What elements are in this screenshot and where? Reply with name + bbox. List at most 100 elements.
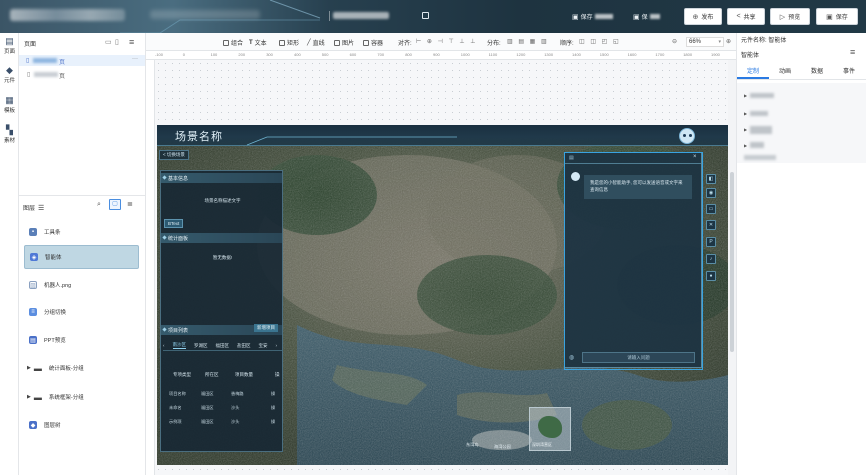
tab-custom[interactable]: 定制 (737, 64, 769, 79)
btext-button[interactable]: BText (164, 219, 184, 228)
ruler-tick: 1200 (516, 52, 526, 57)
header-decoration (246, 136, 457, 146)
distribute-icons[interactable]: ▥ ▤ ▦ ▥ (507, 38, 549, 45)
layer-group[interactable]: ▶ ▬ 统计面板-分组 (24, 356, 139, 380)
caret-right-icon[interactable]: ▶ (744, 93, 747, 98)
component-name-label: 元件名称: 智能体 (741, 38, 787, 44)
image-icon (334, 39, 340, 46)
voice-icon[interactable]: ◍ (569, 354, 574, 361)
align-icons[interactable]: ⊢ ⊕ ⊣ ⊤ ⊥ ⊥ (416, 38, 478, 45)
property-tabs: 定制 动画 数据 事件 (737, 64, 866, 80)
layer-item-selected[interactable]: ◈ 智能体 (24, 245, 139, 269)
location-icon[interactable]: P (706, 237, 716, 247)
group-tool[interactable]: 组合 (223, 38, 243, 47)
container-tool[interactable]: 容器 (363, 38, 383, 47)
ruler-tick: 1000 (460, 52, 470, 57)
chat-menu-icon[interactable]: ▤ (569, 155, 574, 161)
chevron-left-icon[interactable]: ‹ (163, 343, 165, 348)
search-icon[interactable]: ⌕ (97, 201, 101, 209)
order-icons[interactable]: ◫ ◫ ◰ ◱ (579, 38, 621, 45)
line-tool[interactable]: ╱ 直线 (307, 38, 325, 47)
ruler-tick: 1600 (627, 52, 637, 57)
tab-district[interactable]: 罗湖区 (194, 343, 208, 349)
layer-item[interactable]: ▨ 机器人.png (24, 273, 139, 297)
caret-right-icon[interactable]: ▶ (744, 127, 747, 132)
rail-components[interactable]: ◆ 元件 (0, 66, 19, 85)
vertical-scrollbar[interactable] (728, 60, 736, 475)
rail-templates[interactable]: ▦ 模板 (0, 96, 19, 115)
scene-preview[interactable]: 场景名称 < 切换场景 基本信息 场景名称描述文字 BText 统计面板 暂无数… (157, 125, 728, 465)
layer-group[interactable]: ▶ ▬ 系统框架-分组 (24, 385, 139, 409)
chevron-right-icon[interactable]: › (276, 343, 278, 348)
more-icon[interactable]: ··· (132, 56, 138, 62)
menu-icon[interactable]: ≡ (129, 37, 134, 47)
page-item-selected[interactable]: ▯ 页 ··· (19, 55, 145, 66)
globe-icon[interactable]: ◉ (706, 188, 716, 198)
tab-district[interactable]: 盐田区 (237, 343, 251, 349)
preview-button[interactable]: ▷ 预览 (770, 8, 810, 25)
mini-map-thumbnail[interactable]: 深圳湾营区 (529, 407, 571, 451)
property-group[interactable] (744, 155, 776, 160)
tab-event[interactable]: 事件 (833, 64, 865, 79)
share-button[interactable]: < 共享 (727, 8, 765, 25)
switch-scene-button[interactable]: < 切换场景 (159, 150, 189, 160)
tab-animation[interactable]: 动画 (769, 64, 801, 79)
tab-district[interactable]: 福田区 (216, 343, 230, 349)
caret-right-icon[interactable]: ▶ (27, 365, 31, 371)
table-action[interactable]: 操 (271, 419, 283, 425)
measure-icon[interactable]: ✕ (706, 220, 716, 230)
pencil-icon[interactable] (422, 12, 429, 19)
point-icon[interactable]: ● (706, 271, 716, 281)
caret-right-icon[interactable]: ▶ (27, 394, 31, 400)
ruler-tick: 1400 (572, 52, 581, 57)
property-group[interactable] (750, 126, 772, 134)
rail-pages[interactable]: ▤ 页面 (0, 37, 19, 56)
property-group[interactable] (750, 111, 768, 116)
layer-toggle-icon[interactable]: ◧ (706, 174, 716, 184)
table-action[interactable]: 操 (271, 405, 283, 411)
text-tool[interactable]: T 文本 (249, 38, 267, 48)
rect-tool[interactable]: 矩形 (279, 38, 299, 47)
page-item[interactable]: ▯ 页 (19, 69, 145, 80)
property-group[interactable] (750, 93, 774, 98)
ruler-tick: 1800 (683, 52, 693, 57)
scrollbar-thumb[interactable] (730, 172, 734, 352)
ruler-tick: 600 (349, 52, 357, 57)
component-name-value[interactable]: 智能体 (741, 50, 759, 59)
list-view-icon[interactable]: ≣ (127, 200, 133, 208)
add-folder-icon[interactable]: ▭ (105, 38, 112, 46)
caret-right-icon[interactable]: ▶ (744, 143, 747, 148)
robot-avatar-icon[interactable] (679, 128, 695, 144)
image-tool[interactable]: 图片 (334, 38, 354, 47)
save-button[interactable]: ▣ 保存 (816, 8, 858, 25)
tab-data[interactable]: 数据 (801, 64, 833, 79)
ruler-tick: 1500 (599, 52, 609, 57)
layer-item[interactable]: ◆ 图层树 (24, 413, 139, 437)
tree-view-icon[interactable]: ▢ (109, 199, 121, 210)
table-action[interactable]: 操 (271, 391, 283, 397)
layer-item[interactable]: ▪ 工具条 (24, 220, 139, 244)
ruler-icon[interactable]: ▭ (706, 204, 716, 214)
project-title[interactable] (333, 12, 389, 19)
layer-item[interactable]: ▤ PPT预览 (24, 328, 139, 352)
publish-button[interactable]: ⊕ 发布 (684, 8, 722, 25)
add-page-icon[interactable]: ▯ (115, 38, 119, 46)
add-project-button[interactable]: 新增项目 (254, 324, 278, 332)
tab-district[interactable]: 南沙区 (172, 342, 186, 349)
zoom-out-icon[interactable]: ⊖ (672, 38, 677, 45)
agent-chat-panel[interactable]: ▤ × 我是您的小智能助手, 您可以发送语音或文字来查询信息 ◍ 请输入问题 (564, 152, 702, 368)
share-icon: < (736, 13, 741, 20)
rail-assets[interactable]: ▚ 素材 (0, 126, 19, 145)
property-group[interactable] (750, 142, 764, 148)
chat-input[interactable]: 请输入问题 (582, 352, 695, 363)
agent-layer-icon: ◈ (30, 253, 38, 261)
zoom-select[interactable]: 66% ▾ (686, 37, 724, 47)
collapse-panel-icon[interactable]: ≡ (850, 47, 855, 57)
tab-district[interactable]: 宝安 (259, 343, 268, 349)
close-icon[interactable]: × (693, 154, 697, 160)
stats-title: 统计面板 (161, 233, 282, 243)
zoom-in-icon[interactable]: ⊕ (726, 38, 731, 45)
layer-item[interactable]: ≡ 分组切换 (24, 300, 139, 324)
caret-right-icon[interactable]: ▶ (744, 111, 747, 116)
route-icon[interactable]: ♪ (706, 254, 716, 264)
